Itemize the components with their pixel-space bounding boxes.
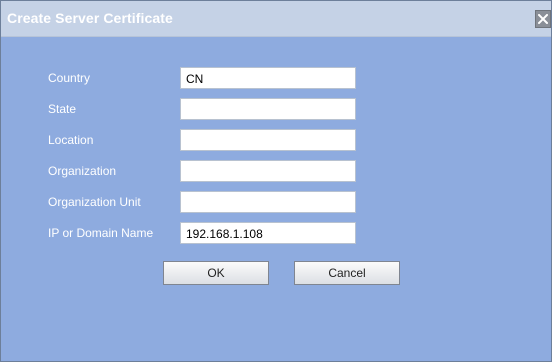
ip-or-domain-field[interactable] [180,222,356,244]
close-button[interactable] [535,10,551,28]
country-label: Country [48,71,91,85]
form-row-state: State [1,98,551,120]
organization-unit-field[interactable] [180,191,356,213]
ok-button[interactable]: OK [163,261,269,285]
form-row-organization: Organization [1,160,551,182]
form-row-organization-unit: Organization Unit [1,191,551,213]
location-label: Location [48,133,94,147]
form-row-ip-or-domain: IP or Domain Name [1,222,551,244]
close-icon [538,14,548,24]
organization-label: Organization [48,164,117,178]
create-server-certificate-dialog: Create Server Certificate Country State … [0,0,552,362]
dialog-title: Create Server Certificate [7,10,173,26]
ip-or-domain-label: IP or Domain Name [48,226,154,240]
cancel-button[interactable]: Cancel [294,261,400,285]
location-field[interactable] [180,129,356,151]
dialog-title-bar: Create Server Certificate [1,1,551,37]
state-field[interactable] [180,98,356,120]
form-row-country: Country [1,67,551,89]
organization-unit-label: Organization Unit [48,195,141,209]
state-label: State [48,102,77,116]
organization-field[interactable] [180,160,356,182]
country-field[interactable] [180,67,356,89]
form-row-location: Location [1,129,551,151]
